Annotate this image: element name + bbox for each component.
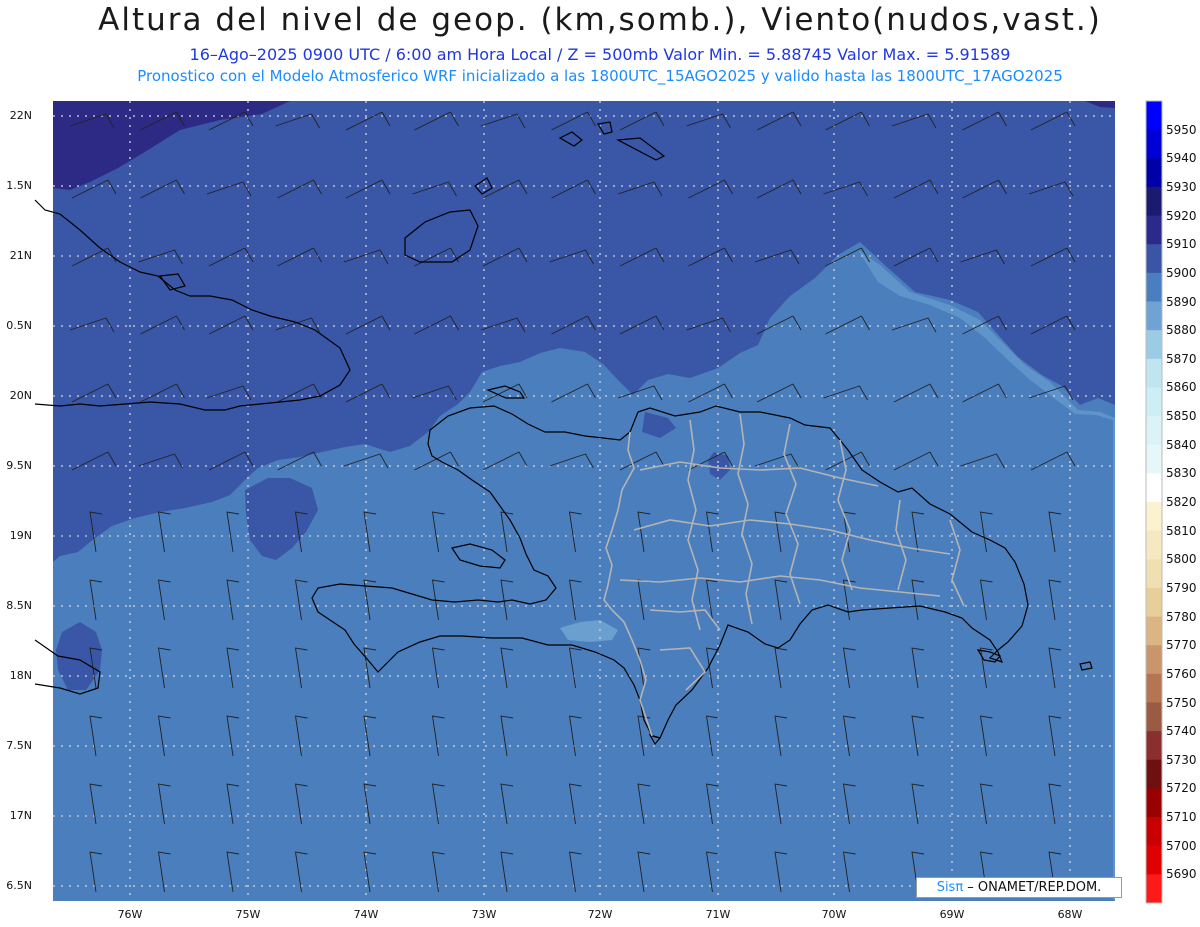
colorbar-label: 5860 <box>1166 380 1197 395</box>
longitude-label: 68W <box>1057 908 1083 921</box>
latitude-label: 9.5N <box>6 459 32 472</box>
map-canvas <box>34 100 1163 904</box>
colorbar-label: 5950 <box>1166 122 1197 137</box>
latitude-label: 22N <box>9 109 32 122</box>
latitude-label: 7.5N <box>6 739 32 752</box>
colorbar-label: 5780 <box>1166 609 1197 624</box>
longitude-label: 74W <box>353 908 379 921</box>
colorbar-swatch <box>1146 387 1162 417</box>
colorbar-label: 5850 <box>1166 409 1197 424</box>
colorbar-swatch <box>1146 129 1162 159</box>
longitude-label: 72W <box>587 908 613 921</box>
colorbar-label: 5830 <box>1166 466 1197 481</box>
latitude-label: 17N <box>9 809 32 822</box>
longitude-label: 76W <box>117 908 143 921</box>
colorbar-swatch <box>1146 301 1162 331</box>
colorbar-label: 5700 <box>1166 838 1197 853</box>
colorbar-swatch <box>1146 215 1162 245</box>
latitude-label: 6.5N <box>6 879 32 892</box>
colorbar-label: 5890 <box>1166 294 1197 309</box>
colorbar-label: 5910 <box>1166 237 1197 252</box>
colorbar-swatch <box>1146 272 1162 302</box>
latitude-label: 1.5N <box>6 179 32 192</box>
latitude-label: 21N <box>9 249 32 262</box>
colorbar-label: 5790 <box>1166 580 1197 595</box>
credit-org: – ONAMET/REP.DOM. <box>963 880 1102 895</box>
colorbar-swatch <box>1146 358 1162 388</box>
colorbar-label: 5870 <box>1166 351 1197 366</box>
latitude-label: 20N <box>9 389 32 402</box>
colorbar-swatch <box>1146 616 1162 646</box>
colorbar-swatch <box>1146 559 1162 589</box>
colorbar <box>1145 100 1163 904</box>
colorbar-swatch <box>1146 502 1162 532</box>
colorbar-swatch <box>1146 845 1162 875</box>
colorbar-label: 5690 <box>1166 867 1197 882</box>
colorbar-swatch <box>1146 158 1162 188</box>
colorbar-swatch <box>1146 244 1162 274</box>
credit-box: Sisπ – ONAMET/REP.DOM. <box>916 877 1122 898</box>
colorbar-label: 5880 <box>1166 323 1197 338</box>
longitude-label: 69W <box>939 908 965 921</box>
colorbar-label: 5730 <box>1166 752 1197 767</box>
colorbar-label: 5920 <box>1166 208 1197 223</box>
colorbar-label: 5770 <box>1166 638 1197 653</box>
colorbar-label: 5720 <box>1166 781 1197 796</box>
latitude-label: 18N <box>9 669 32 682</box>
colorbar-swatch <box>1146 587 1162 618</box>
colorbar-label: 5740 <box>1166 724 1197 739</box>
colorbar-swatch <box>1146 645 1162 675</box>
colorbar-swatch <box>1146 788 1162 818</box>
colorbar-label: 5840 <box>1166 437 1197 452</box>
latitude-label: 19N <box>9 529 32 542</box>
colorbar-label: 5810 <box>1166 523 1197 538</box>
colorbar-swatch <box>1146 702 1162 732</box>
colorbar-label: 5820 <box>1166 495 1197 509</box>
colorbar-swatch <box>1146 473 1162 503</box>
longitude-label: 75W <box>235 908 261 921</box>
colorbar-label: 5750 <box>1166 695 1197 710</box>
latitude-label: 8.5N <box>6 599 32 612</box>
colorbar-label: 5800 <box>1166 552 1197 567</box>
longitude-label: 71W <box>705 908 731 921</box>
latitude-label: 0.5N <box>6 319 32 332</box>
colorbar-swatch <box>1146 330 1162 360</box>
colorbar-swatch <box>1146 101 1162 131</box>
colorbar-swatch <box>1146 759 1162 789</box>
colorbar-label: 5940 <box>1166 151 1197 166</box>
colorbar-label: 5900 <box>1166 265 1197 280</box>
colorbar-swatch <box>1146 673 1162 703</box>
colorbar-label: 5760 <box>1166 666 1197 681</box>
longitude-label: 73W <box>471 908 497 921</box>
longitude-label: 70W <box>821 908 847 921</box>
colorbar-swatch <box>1146 817 1162 847</box>
colorbar-swatch <box>1146 530 1162 560</box>
colorbar-swatch <box>1146 874 1162 904</box>
colorbar-swatch <box>1146 444 1162 474</box>
colorbar-swatch <box>1146 416 1162 446</box>
colorbar-swatch <box>1146 731 1162 761</box>
colorbar-label: 5930 <box>1166 179 1197 194</box>
credit-brand: Sisπ <box>936 880 964 895</box>
colorbar-swatch <box>1146 186 1162 217</box>
colorbar-label: 5710 <box>1166 810 1197 825</box>
